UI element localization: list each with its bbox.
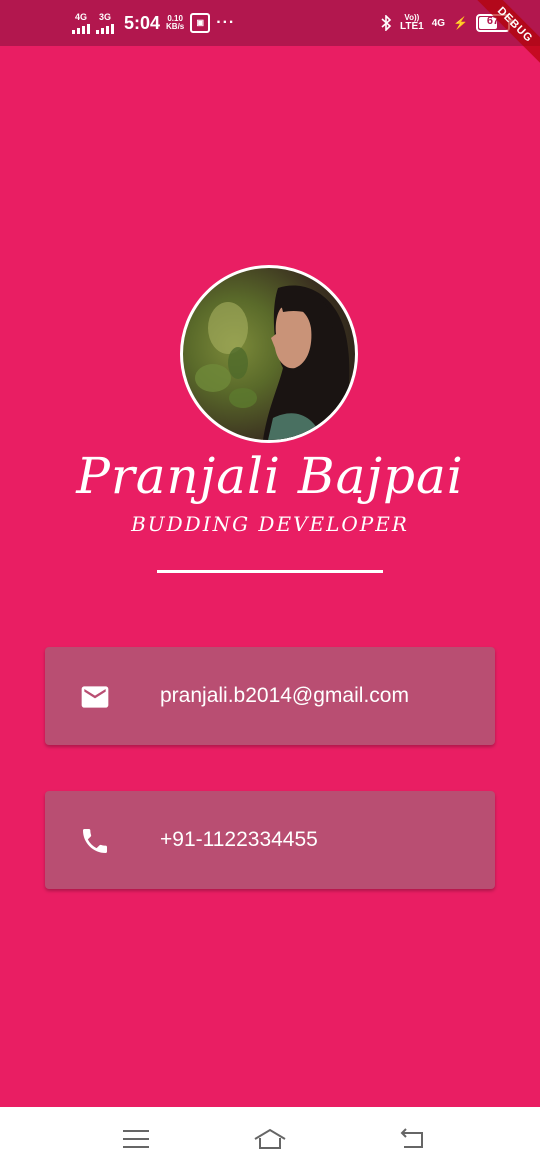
navigation-bar (0, 1107, 540, 1170)
app-screen: 4G 3G 5:04 0.10 KB/s ▣ ··· Vo)) LTE1 4G … (0, 0, 540, 1170)
profile-title: BUDDING DEVELOPER (131, 512, 409, 536)
profile-avatar (180, 265, 358, 443)
email-text: pranjali.b2014@gmail.com (160, 684, 409, 707)
bluetooth-icon (381, 15, 392, 31)
volte-bottom-label: LTE1 (399, 21, 424, 32)
divider (157, 570, 383, 573)
more-notifications-icon: ··· (216, 14, 236, 31)
phone-text: +91-1122334455 (160, 828, 318, 851)
app-notification-icon: ▣ (190, 13, 211, 33)
sim1-signal-icon: 4G (72, 11, 90, 34)
email-card[interactable]: pranjali.b2014@gmail.com (45, 647, 495, 745)
back-icon[interactable] (394, 1121, 430, 1157)
email-icon (81, 686, 109, 708)
profile-name: Pranjali Bajpai (76, 447, 464, 505)
phone-icon (83, 829, 107, 853)
menu-icon[interactable] (118, 1121, 154, 1157)
volte-icon: Vo)) LTE1 (400, 14, 424, 32)
network-speed-unit: KB/s (166, 22, 185, 31)
sim2-network-label: 3G (98, 11, 111, 22)
network-speed: 0.10 KB/s (166, 14, 185, 32)
phone-card[interactable]: +91-1122334455 (45, 791, 495, 889)
status-time: 5:04 (124, 12, 161, 33)
sim1-network-label: 4G (74, 11, 87, 22)
charging-icon: ⚡ (453, 16, 468, 30)
network-4g-icon: 4G (431, 17, 446, 29)
home-icon[interactable] (252, 1121, 288, 1157)
status-left: 4G 3G 5:04 0.10 KB/s ▣ ··· (72, 0, 235, 46)
profile-photo (195, 285, 350, 440)
sim2-signal-icon: 3G (96, 11, 114, 34)
status-bar: 4G 3G 5:04 0.10 KB/s ▣ ··· Vo)) LTE1 4G … (0, 0, 540, 46)
